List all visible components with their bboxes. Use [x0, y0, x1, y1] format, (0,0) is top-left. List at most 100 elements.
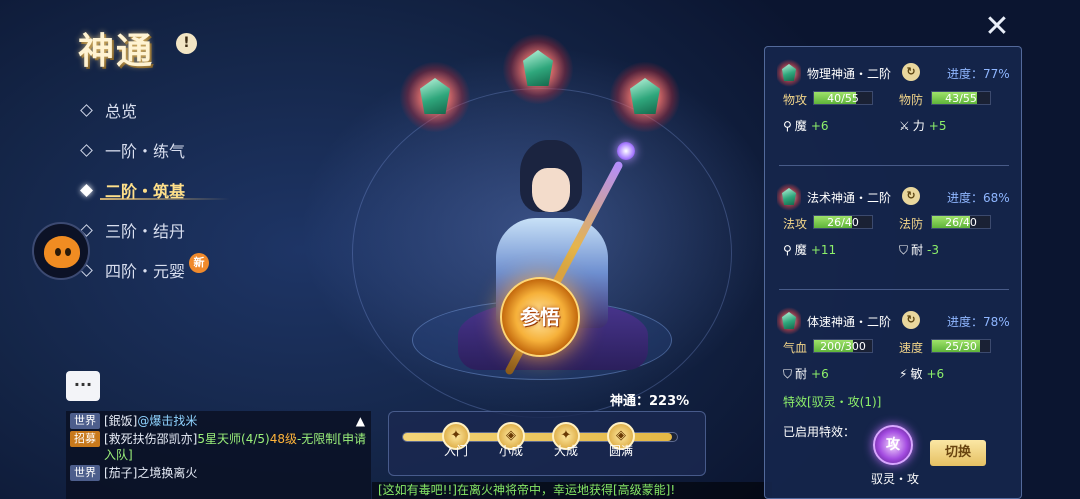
tree-item-label: 四阶・元婴: [105, 262, 186, 281]
pet-eye: [65, 248, 71, 256]
tree-item-stage-3[interactable]: 三阶・结丹: [78, 210, 278, 250]
chat-message: 48级: [269, 432, 297, 446]
stat-bar-text: 200/300: [820, 340, 866, 353]
chat-sender[interactable]: [救死扶伤邵凯亦]: [104, 432, 197, 446]
chat-sender[interactable]: [鈱饭]: [104, 414, 137, 428]
new-badge: 新: [189, 253, 210, 273]
chat-message: 之境换离火: [137, 466, 198, 480]
swap-icon[interactable]: ↻: [902, 187, 920, 205]
chat-panel[interactable]: ▲ 世界 [鈱饭]@爆击找米 招募 [救死扶伤邵凯亦]5星天师(4/5)48级-…: [66, 411, 371, 499]
stat-label: 物防: [899, 93, 924, 107]
tree-item-overview[interactable]: 总览: [78, 90, 278, 130]
switch-button[interactable]: 切换: [930, 440, 986, 466]
bonus-item: ⛉ 耐 -3: [899, 241, 939, 258]
stat-label: 法攻: [783, 217, 808, 231]
stat-bar: 200/300: [813, 339, 873, 353]
skill-icon[interactable]: 攻: [873, 425, 913, 465]
close-icon[interactable]: ✕: [982, 12, 1012, 42]
gem-icon: [400, 62, 470, 132]
meditate-button[interactable]: 参悟: [500, 277, 580, 357]
section-name: 物理神通・二阶: [807, 67, 892, 81]
stats-panel: 物理神通・二阶 ↻ 进度：77% 物攻 40/55 物防 43/55 ⚲ 魔 +6 …: [764, 46, 1022, 499]
stat-label: 法防: [899, 217, 924, 231]
progress-label: 进度：: [947, 315, 984, 329]
enabled-effect-label: 已启用特效：: [783, 425, 856, 439]
tree-item-label: 二阶・筑基: [105, 182, 186, 201]
bonus-name: 魔: [794, 119, 807, 133]
pet-avatar[interactable]: [32, 222, 90, 280]
bonus-value: +6: [810, 119, 829, 133]
bonus-item: ⚡ 敏 +6: [899, 365, 944, 382]
chat-sender[interactable]: [茄子]: [104, 466, 137, 480]
tree-item-label: 一阶・练气: [105, 142, 186, 161]
staff-orb: [617, 142, 635, 160]
bonus-item: ⚲ 魔 +11: [783, 241, 836, 258]
chat-message: @爆击找米: [137, 414, 198, 428]
skill-name: 驭灵・攻: [870, 472, 919, 486]
stat-bar-text: 25/30: [945, 340, 977, 353]
swap-icon[interactable]: ↻: [902, 311, 920, 329]
chat-line: 世界 [鈱饭]@爆击找米: [70, 413, 367, 429]
section-progress: 进度：77%: [947, 65, 1010, 82]
stat-bar-text: 26/40: [827, 216, 859, 229]
bonus-value: +6: [926, 367, 945, 381]
stat-bar-text: 26/40: [945, 216, 977, 229]
diamond-icon: [80, 103, 93, 117]
gem-icon: [610, 62, 680, 132]
page-title: 神通: [78, 30, 155, 72]
info-icon[interactable]: !: [176, 33, 197, 54]
tree-item-stage-1[interactable]: 一阶・练气: [78, 130, 278, 170]
stat-bar: 25/30: [931, 339, 991, 353]
tree-item-stage-4[interactable]: 四阶・元婴 新: [78, 250, 278, 290]
channel-tag: 世界: [70, 465, 100, 481]
stat-row: 气血 200/300 速度 25/30: [765, 333, 1023, 359]
shield-icon: ⛉: [783, 367, 793, 381]
bonus-row: ⛉ 耐 +6 ⚡ 敏 +6: [765, 359, 1023, 385]
bonus-item: ⚲ 魔 +6: [783, 117, 829, 134]
chat-line: 招募 [救死扶伤邵凯亦]5星天师(4/5)48级-无限制[申请入队]: [70, 431, 367, 463]
progress-value: 78%: [983, 315, 1010, 329]
bonus-value: +6: [811, 367, 829, 381]
gem-icon: [777, 59, 801, 87]
tree-item-label: 总览: [105, 102, 138, 121]
gem-icon: [777, 307, 801, 335]
pet-eye: [55, 248, 61, 256]
tree-item-stage-2[interactable]: 二阶・筑基: [78, 170, 278, 210]
gem-icon: [503, 34, 573, 104]
stat-bar: 43/55: [931, 91, 991, 105]
progress-label: 进度：: [947, 191, 984, 205]
bonus-name: 耐: [795, 367, 808, 381]
node-label: 圆满: [608, 444, 633, 458]
boot-icon: ⚡: [899, 367, 908, 381]
swap-icon[interactable]: ↻: [902, 63, 920, 81]
stat-label: 气血: [783, 341, 808, 355]
stat-bar-text: 43/55: [945, 92, 977, 105]
stat-label: 物攻: [783, 93, 808, 107]
channel-tag: 世界: [70, 413, 100, 429]
key-icon: ⚲: [783, 119, 792, 133]
bonus-value: -3: [927, 243, 939, 257]
node-label: 大成: [553, 444, 578, 458]
diamond-icon: [80, 143, 93, 157]
pet-body: [44, 236, 80, 268]
bonus-value: +5: [928, 119, 947, 133]
gem-icon: [777, 183, 801, 211]
progress-value: 77%: [983, 67, 1010, 81]
node-label: 小成: [498, 444, 523, 458]
chat-line: 世界 [茄子]之境换离火: [70, 465, 367, 481]
chat-bubble-icon[interactable]: ···: [66, 371, 100, 401]
sword-icon: ⚔: [899, 119, 910, 133]
section-progress: 进度：68%: [947, 189, 1010, 206]
section-name: 体速神通・二阶: [807, 315, 892, 329]
section-name: 法术神通・二阶: [807, 191, 892, 205]
system-ticker: [这如有毒吧!!]在离火神将帝中，幸运地获得[高级蒙能]!: [372, 482, 772, 499]
stat-label: 速度: [899, 341, 924, 355]
section-magic: 法术神通・二阶 ↻ 进度：68% 法攻 26/40 法防 26/40 ⚲ 魔 +11…: [765, 179, 1023, 261]
chevron-up-icon[interactable]: ▲: [356, 413, 365, 429]
stat-bar-text: 40/55: [827, 92, 859, 105]
section-progress: 进度：78%: [947, 313, 1010, 330]
bonus-name: 力: [912, 119, 925, 133]
channel-tag: 招募: [70, 431, 100, 447]
stat-bar: 40/55: [813, 91, 873, 105]
progress-label: 进度：: [947, 67, 984, 81]
